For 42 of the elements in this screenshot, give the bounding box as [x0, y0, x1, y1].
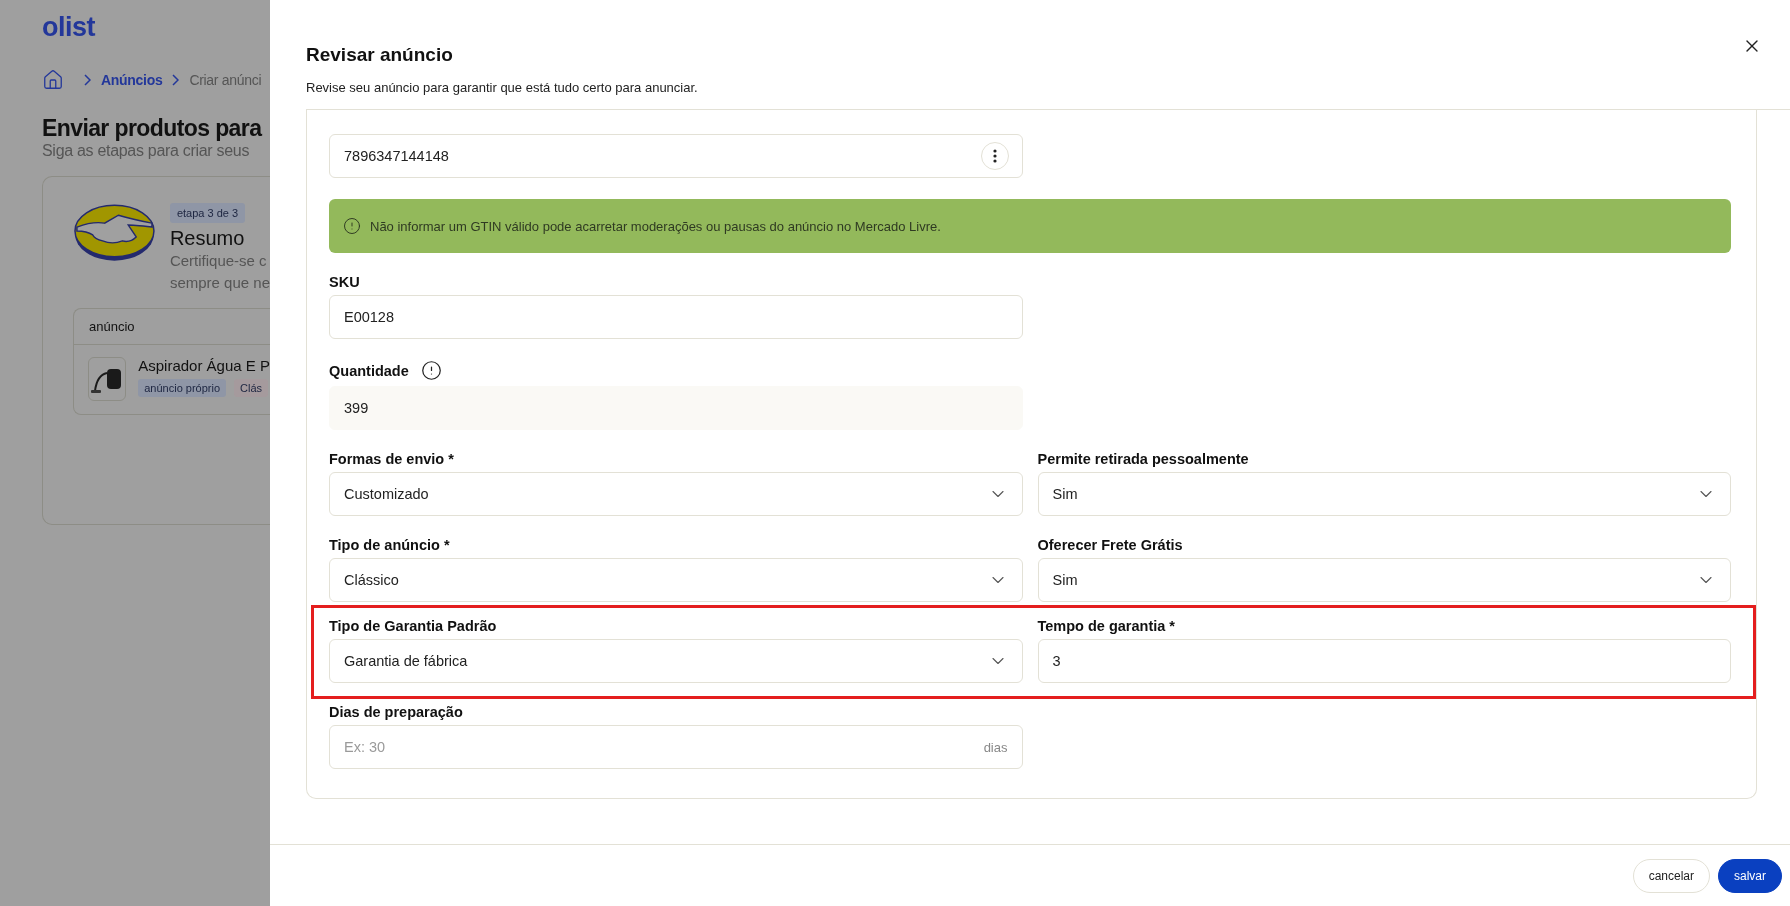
readonly-field[interactable]: 399 [329, 386, 1023, 430]
field-label: Tempo de garantia * [1037, 618, 1175, 634]
cancel-button[interactable]: cancelar [1632, 858, 1710, 893]
number-field[interactable]: Ex: 30 dias [329, 725, 1023, 769]
step-title: Resumo [169, 227, 245, 250]
alert-icon [343, 217, 361, 235]
field-label: Dias de preparação [329, 704, 463, 720]
save-button[interactable]: salvar [1718, 858, 1782, 893]
field-label: SKU [329, 274, 360, 290]
field-label: Tipo de Garantia Padrão [329, 618, 497, 634]
select-field[interactable]: Customizado [329, 472, 1023, 516]
more-icon [992, 149, 997, 163]
text-field[interactable]: E00128 [329, 295, 1023, 339]
field-label: Tipo de anúncio * [329, 537, 450, 553]
field-label: Permite retirada pessoalmente [1037, 451, 1249, 467]
dialog-subtitle: Revise seu anúncio para garantir que está tudo certo para anunciar. [306, 80, 699, 95]
page-heading: Enviar produtos para [42, 115, 262, 142]
product-title: Aspirador Água E P [138, 357, 270, 374]
chevron-right-icon [84, 74, 91, 86]
step-badge: etapa 3 de 3 [169, 203, 246, 223]
field-label: Formas de envio * [329, 451, 454, 467]
gtin-field[interactable]: 7896347144148 [329, 134, 1023, 178]
select-field[interactable]: Garantia de fábrica [329, 639, 1023, 683]
warning-text: Não informar um GTIN válido pode acarretar moderações ou pausas do anúncio no Mercado Livre. [370, 218, 941, 234]
tag: Clás [234, 379, 269, 397]
select-field[interactable]: Clássico [329, 558, 1023, 602]
chevron-right-icon [172, 74, 180, 86]
text-field[interactable]: 3 [1037, 639, 1731, 683]
select-field[interactable]: Sim [1037, 558, 1731, 602]
step-description: Certifique-se c [169, 251, 267, 271]
home-icon[interactable] [42, 69, 64, 91]
unit-label: dias [983, 739, 1008, 755]
dialog-title: Revisar anúncio [306, 44, 453, 66]
step-description: sempre que ne [169, 273, 270, 293]
breadcrumb-link[interactable]: Anúncios [101, 72, 163, 88]
page-subheading: Siga as etapas para criar seus [42, 142, 250, 160]
field-label: Quantidade [329, 362, 409, 379]
more-options-button[interactable] [980, 142, 1009, 170]
tag: anúncio próprio [138, 379, 227, 397]
logo: olist [42, 12, 95, 43]
field-label: Oferecer Frete Grátis [1037, 537, 1183, 553]
select-field[interactable]: Sim [1037, 472, 1731, 516]
